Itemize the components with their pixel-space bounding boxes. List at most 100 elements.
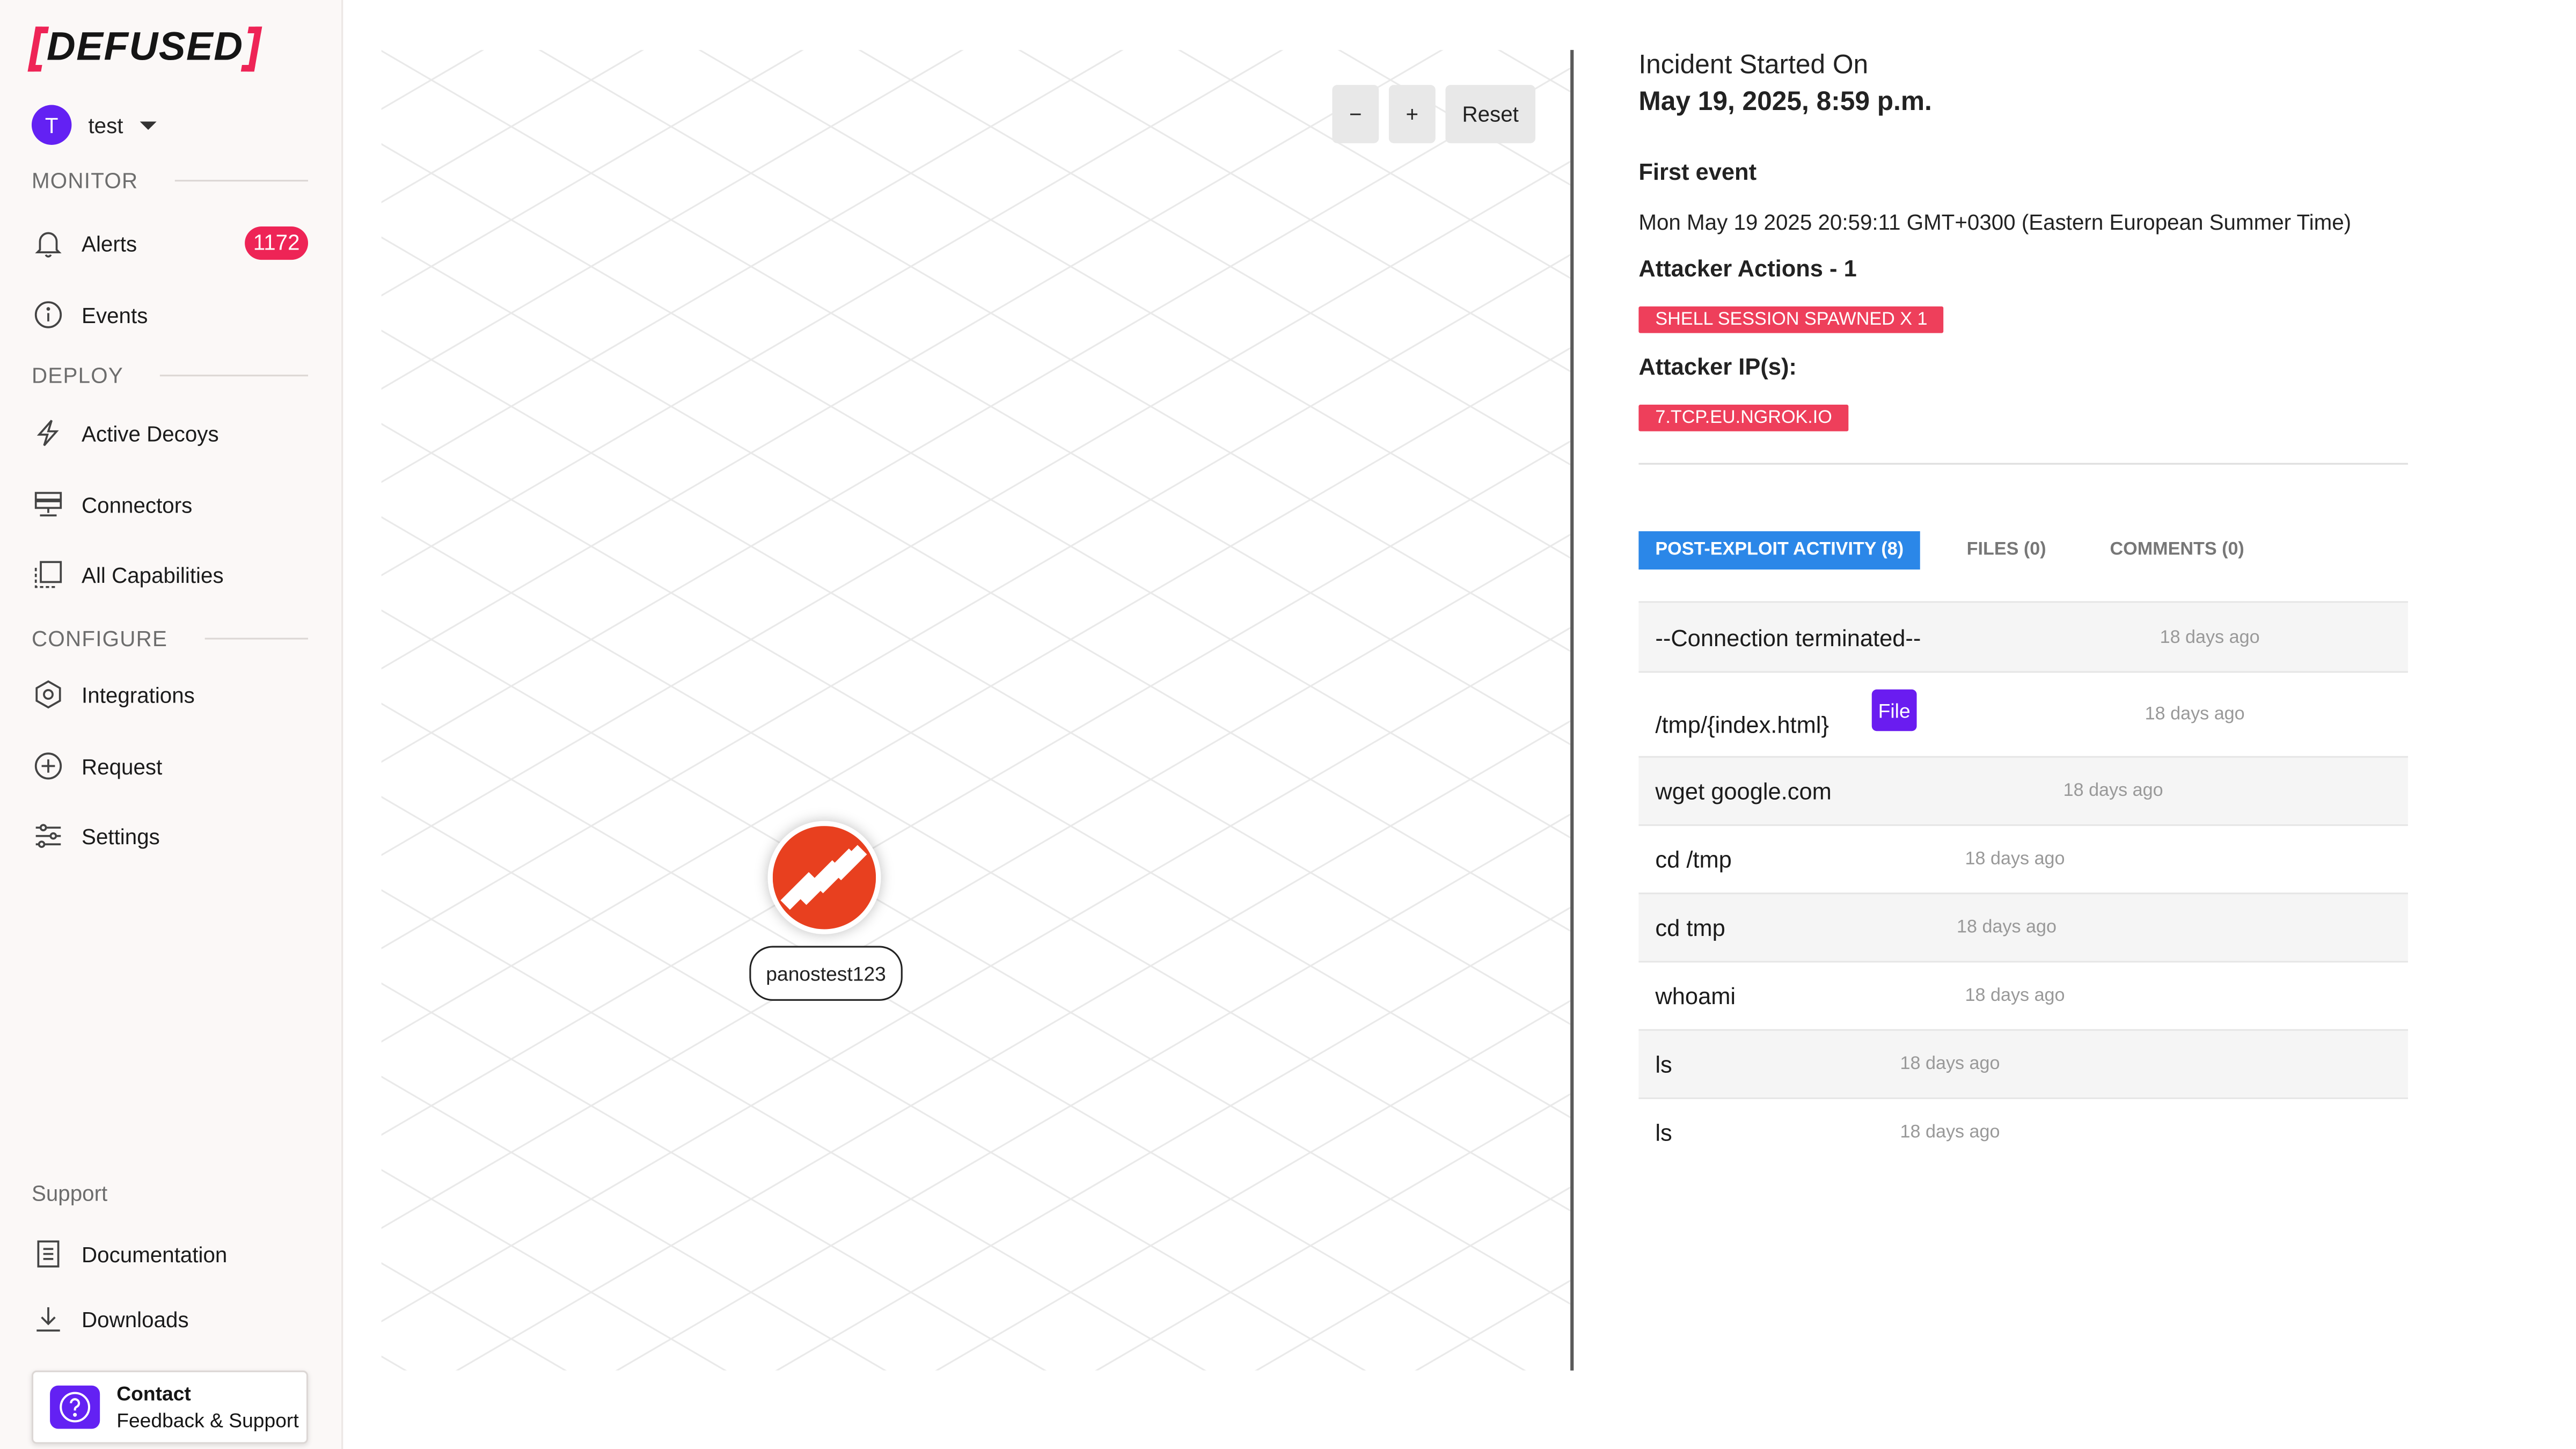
list-item[interactable]: cd /tmp 18 days ago <box>1638 824 2408 892</box>
activity-command: ls <box>1655 1119 1672 1146</box>
sidebar-item-documentation[interactable]: Documentation <box>32 1229 308 1279</box>
avatar: T <box>31 105 72 145</box>
section-divider <box>160 375 309 377</box>
activity-time: 18 days ago <box>2160 627 2260 648</box>
info-icon <box>32 298 65 331</box>
contact-support-button[interactable]: Contact Feedback & Support <box>31 1370 309 1444</box>
attacker-actions-label: Attacker Actions - 1 <box>1638 254 1857 282</box>
activity-time: 18 days ago <box>2063 781 2163 801</box>
sidebar-item-alerts[interactable]: Alerts 1172 <box>32 218 309 268</box>
sidebar-item-integrations[interactable]: Integrations <box>32 669 308 719</box>
list-item[interactable]: whoami 18 days ago <box>1638 961 2408 1029</box>
activity-time: 18 days ago <box>2145 704 2245 724</box>
activity-command: whoami <box>1655 982 1736 1009</box>
section-configure-label: CONFIGURE <box>31 626 168 652</box>
ip-tag[interactable]: 7.TCP.EU.NGROK.IO <box>1638 405 1849 431</box>
sidebar-item-active-decoys[interactable]: Active Decoys <box>32 408 308 458</box>
isometric-grid <box>381 50 1571 1371</box>
incident-started-value: May 19, 2025, 8:59 p.m. <box>1638 88 1932 117</box>
contact-subtitle: Feedback & Support <box>116 1409 299 1432</box>
section-divider <box>1638 463 2408 465</box>
list-item[interactable]: ls 18 days ago <box>1638 1097 2408 1166</box>
sidebar-item-label: Documentation <box>82 1241 228 1267</box>
help-icon <box>50 1385 100 1429</box>
graph-node[interactable] <box>767 821 881 934</box>
sidebar-item-downloads[interactable]: Downloads <box>32 1294 308 1344</box>
activity-command: ls <box>1655 1050 1672 1078</box>
activity-time: 18 days ago <box>1965 985 2065 1006</box>
sidebar-item-request[interactable]: Request <box>32 741 308 791</box>
list-item[interactable]: /tmp/{index.html} File 18 days ago <box>1638 671 2408 756</box>
download-icon <box>32 1302 65 1336</box>
sidebar: DEFUSED T test MONITOR Alerts 1172 Event… <box>0 0 343 1449</box>
sidebar-item-label: Integrations <box>82 682 195 707</box>
sidebar-item-label: Active Decoys <box>82 420 219 446</box>
zoom-in-button[interactable]: + <box>1388 85 1436 143</box>
section-configure: CONFIGURE <box>31 626 309 652</box>
plus-circle-icon <box>32 749 65 782</box>
contact-title: Contact <box>116 1382 191 1406</box>
file-badge[interactable]: File <box>1871 689 1917 731</box>
list-item[interactable]: ls 18 days ago <box>1638 1029 2408 1097</box>
reset-button[interactable]: Reset <box>1445 85 1535 143</box>
tab-files[interactable]: FILES (0) <box>1950 531 2063 569</box>
section-deploy: DEPLOY <box>31 363 309 388</box>
defused-logo[interactable]: DEFUSED <box>27 21 262 75</box>
sidebar-item-all-capabilities[interactable]: All Capabilities <box>32 550 308 599</box>
sidebar-item-label: Settings <box>82 823 160 848</box>
activity-command: cd /tmp <box>1655 846 1732 873</box>
graph-node-label[interactable]: panostest123 <box>749 946 903 1001</box>
sidebar-item-label: Alerts <box>82 230 137 256</box>
first-event-label: First event <box>1638 158 1757 185</box>
activity-command: /tmp/{index.html} <box>1655 711 1829 738</box>
activity-command: cd tmp <box>1655 914 1725 941</box>
panel-divider <box>1570 50 1574 1371</box>
graph-canvas[interactable] <box>381 50 1571 1371</box>
alerts-count-badge: 1172 <box>245 226 309 260</box>
logo-bracket-right <box>241 26 262 71</box>
sidebar-item-label: All Capabilities <box>82 562 224 587</box>
activity-list: --Connection terminated-- 18 days ago /t… <box>1638 601 2408 1166</box>
tab-comments[interactable]: COMMENTS (0) <box>2093 531 2260 569</box>
sidebar-item-label: Downloads <box>82 1306 189 1331</box>
section-deploy-label: DEPLOY <box>31 363 124 388</box>
section-monitor-label: MONITOR <box>31 168 138 193</box>
document-icon <box>32 1238 65 1271</box>
sidebar-item-events[interactable]: Events <box>32 290 308 340</box>
section-support-label: Support <box>31 1181 108 1206</box>
hexagon-icon <box>32 678 65 711</box>
capabilities-icon <box>32 558 65 591</box>
sliders-icon <box>32 819 65 853</box>
username: test <box>88 112 123 137</box>
first-event-value: Mon May 19 2025 20:59:11 GMT+0300 (Easte… <box>1638 209 2352 235</box>
incident-started-label: Incident Started On <box>1638 52 1869 80</box>
server-icon <box>32 488 65 521</box>
list-item[interactable]: wget google.com 18 days ago <box>1638 756 2408 824</box>
logo-text: DEFUSED <box>46 25 244 70</box>
tab-post-exploit-activity[interactable]: POST-EXPLOIT ACTIVITY (8) <box>1638 531 1921 570</box>
zoom-out-button[interactable]: − <box>1332 85 1379 143</box>
app-root: DEFUSED T test MONITOR Alerts 1172 Event… <box>0 0 2576 1449</box>
defused-node-icon <box>772 826 876 930</box>
sidebar-item-label: Connectors <box>82 492 193 517</box>
sidebar-item-connectors[interactable]: Connectors <box>32 480 308 530</box>
bell-icon <box>32 226 65 260</box>
activity-time: 18 days ago <box>1965 849 2065 869</box>
list-item[interactable]: --Connection terminated-- 18 days ago <box>1638 601 2408 671</box>
contact-text: Contact Feedback & Support <box>116 1380 298 1433</box>
section-divider <box>174 180 309 182</box>
section-divider <box>204 638 309 640</box>
action-tag: SHELL SESSION SPAWNED X 1 <box>1638 306 1944 333</box>
sidebar-item-settings[interactable]: Settings <box>32 811 308 861</box>
list-item[interactable]: cd tmp 18 days ago <box>1638 892 2408 961</box>
section-monitor: MONITOR <box>31 168 309 193</box>
activity-command: wget google.com <box>1655 778 1832 804</box>
sidebar-item-label: Events <box>82 302 148 327</box>
sidebar-item-label: Request <box>82 753 163 779</box>
activity-time: 18 days ago <box>1900 1122 2000 1143</box>
activity-command: --Connection terminated-- <box>1655 624 1921 652</box>
activity-time: 18 days ago <box>1900 1054 2000 1074</box>
attacker-ips-label: Attacker IP(s): <box>1638 353 1797 380</box>
chevron-down-icon <box>140 120 157 129</box>
user-menu[interactable]: T test <box>31 105 157 145</box>
